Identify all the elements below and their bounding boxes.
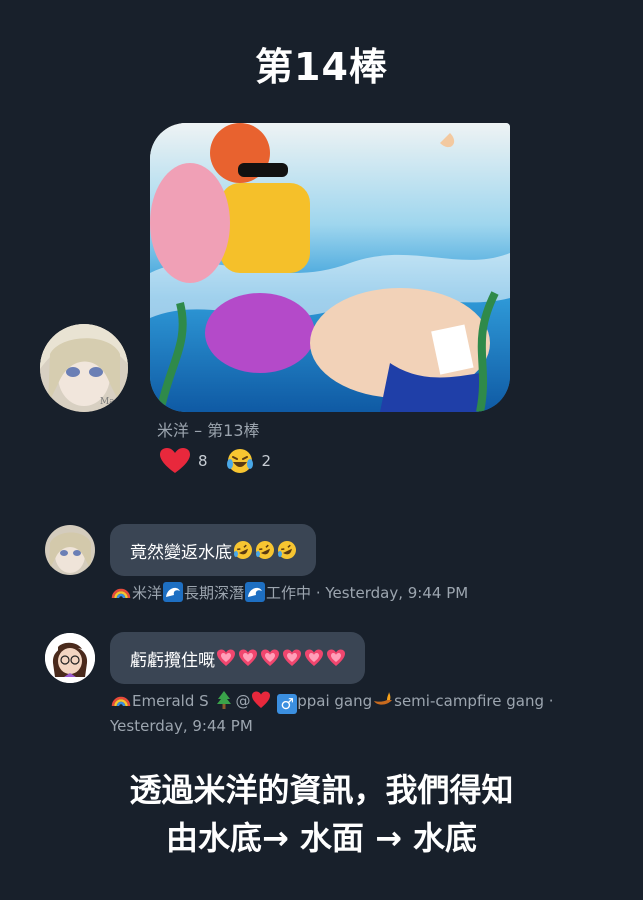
comment-bubble[interactable]: 虧虧攬住嘅	[110, 632, 365, 684]
comment-author-avatar[interactable]	[45, 525, 95, 575]
heart-icon	[160, 448, 190, 473]
post-author-avatar[interactable]: Mar	[40, 324, 128, 412]
rofl-emoji	[278, 541, 296, 559]
comment-role: 工作中	[266, 584, 312, 602]
heart-emoji	[283, 649, 301, 666]
reaction-heart[interactable]: 8	[160, 448, 208, 474]
heart-emoji	[305, 649, 323, 666]
comment-meta: 米洋 長期深潛 工作中 · Yesterday, 9:44 PM	[110, 581, 468, 606]
comment-text: 虧虧攬住嘅	[130, 650, 215, 671]
at-sign: @	[235, 692, 251, 710]
footer-caption-line-1: 透過米洋的資訊，我們得知	[129, 771, 514, 809]
rofl-emoji	[256, 541, 274, 559]
meta-separator: ·	[315, 584, 321, 602]
comment-author-name[interactable]: 米洋	[132, 584, 162, 602]
post-artwork-image[interactable]	[150, 123, 510, 412]
wave-emoji	[163, 582, 184, 602]
rainbow-emoji	[111, 696, 131, 707]
rainbow-emoji	[111, 588, 131, 599]
heart-emoji	[327, 649, 345, 666]
comment-timestamp: Yesterday, 9:44 PM	[110, 717, 253, 735]
heart-emoji	[217, 649, 235, 666]
comment-role: 長期深潛	[184, 584, 245, 602]
comment-role: ppai gang	[297, 692, 373, 710]
rofl-emoji	[234, 541, 252, 559]
page: 第14棒 Mar 米洋 – 第13棒 8 2 竟然變返水底 米洋 長期深潛 工作…	[0, 0, 643, 900]
comment-role: semi-campfire gang	[394, 692, 544, 710]
wave-emoji	[245, 582, 266, 602]
meta-separator: ·	[548, 692, 554, 710]
comment-meta: Emerald S @ ♂ ppai gang semi-campfire gang…	[110, 689, 610, 739]
heart-emoji	[239, 649, 257, 666]
laughing-tears-icon	[226, 449, 253, 473]
male-symbol-icon: ♂	[277, 694, 298, 714]
comment-author-name[interactable]: Emerald S	[132, 692, 209, 710]
comment-text: 竟然變返水底	[130, 542, 232, 563]
reaction-count: 8	[198, 452, 208, 470]
heart-emoji	[252, 691, 271, 708]
post-caption: 米洋 – 第13棒	[157, 421, 260, 440]
page-title: 第14棒	[255, 45, 388, 89]
svg-text:Mar: Mar	[100, 397, 120, 407]
reaction-laugh[interactable]: 2	[226, 447, 272, 475]
footer-caption-line-2: 由水底→ 水面 → 水底	[165, 819, 478, 857]
comment-bubble[interactable]: 竟然變返水底	[110, 524, 316, 576]
reaction-count: 2	[261, 452, 272, 470]
diya-lamp-emoji	[374, 692, 393, 705]
heart-emoji	[261, 649, 279, 666]
reactions-bar: 8 2	[160, 447, 289, 475]
comment-author-avatar[interactable]	[45, 633, 95, 683]
tree-emoji	[217, 691, 232, 709]
comment-timestamp: Yesterday, 9:44 PM	[325, 584, 469, 602]
